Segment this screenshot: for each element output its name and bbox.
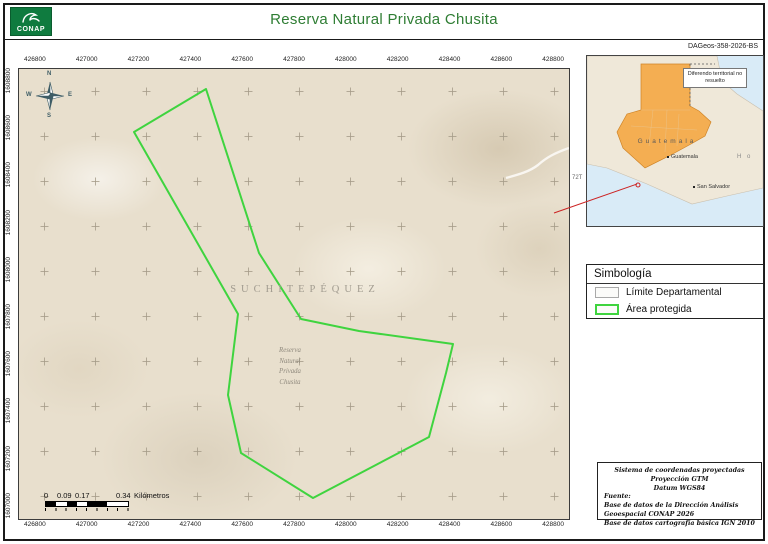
- inset-locator-map: Diferendo territorial no resuelto Guatem…: [586, 55, 764, 227]
- legend-box: Simbología Límite Departamental Área pro…: [586, 264, 764, 319]
- x-label: 427800: [283, 521, 305, 528]
- protected-area-swatch: [595, 304, 619, 315]
- reserve-name-line: Chusita: [279, 378, 301, 386]
- projection-line: Datum WGS84: [653, 484, 706, 492]
- grid-zone-label: 72T: [572, 175, 583, 181]
- x-label: 427800: [283, 56, 305, 63]
- x-label: 428200: [386, 56, 409, 63]
- scale-bar-ruler: [45, 501, 129, 507]
- fuente-label: Fuente:: [604, 493, 631, 501]
- x-label: 428800: [542, 56, 564, 63]
- y-axis-labels: 1608800 1608600 1608400 1608200 1608000 …: [3, 68, 15, 518]
- reserve-name-line: Natural: [279, 357, 301, 365]
- compass-n: N: [47, 71, 52, 77]
- scale-bar: 0 0.09 0.17 0.34 Kilómetros: [44, 491, 214, 515]
- inset-city-label: Guatemala: [667, 154, 698, 160]
- y-label: 1607000: [4, 492, 12, 518]
- scale-tick-label: 0.34: [116, 491, 131, 500]
- inset-san-salvador-label: San Salvador: [693, 184, 730, 190]
- y-label: 1607600: [4, 351, 12, 377]
- legend-label: Área protegida: [626, 304, 692, 315]
- compass-w: W: [26, 92, 32, 98]
- y-label: 1608000: [4, 256, 12, 283]
- x-label: 427200: [127, 56, 150, 63]
- x-axis-labels-bottom: 426800 427000 427200 427400 427600 42780…: [18, 521, 570, 528]
- departmental-boundary-swatch: [595, 287, 619, 298]
- x-label: 427400: [179, 521, 202, 528]
- scale-bar-ticks: [45, 508, 129, 511]
- legend-item-protected-area: Área protegida: [587, 301, 763, 318]
- source-line: Base de datos cartografía básica IGN 201…: [604, 519, 755, 527]
- x-label: 428600: [490, 56, 513, 63]
- x-label: 428400: [438, 56, 461, 63]
- reserve-name-line: Privada: [279, 368, 301, 376]
- y-label: 1607800: [4, 303, 12, 330]
- x-label: 427200: [127, 521, 150, 528]
- x-label: 426800: [24, 56, 46, 63]
- scale-tick-label: 0.17: [75, 491, 90, 500]
- y-label: 1607400: [4, 398, 12, 424]
- reserve-name-label: Reserva Natural Privada Chusita: [252, 346, 328, 388]
- x-label: 427000: [75, 521, 98, 528]
- x-label: 427600: [231, 56, 254, 63]
- source-info-box: Sistema de coordenadas proyectadas Proye…: [597, 462, 762, 527]
- x-label: 428200: [386, 521, 409, 528]
- header-divider: [5, 39, 763, 40]
- x-axis-labels-top: 426800 427000 427200 427400 427600 42780…: [18, 56, 570, 63]
- x-label: 428800: [542, 521, 564, 528]
- inset-country-label: Guatemala: [637, 138, 697, 145]
- legend-title: Simbología: [587, 265, 763, 284]
- y-label: 1608200: [4, 209, 12, 235]
- document-code: DAGeos-358-2026-BS: [687, 43, 758, 50]
- x-label: 426800: [24, 521, 46, 528]
- compass-rose: N E S W: [26, 71, 74, 120]
- compass-e: E: [68, 92, 73, 98]
- page-title: Reserva Natural Privada Chusita: [270, 11, 498, 28]
- x-label: 427600: [231, 521, 254, 528]
- department-label: SUCHITEPÉQUEZ: [230, 284, 380, 295]
- y-label: 1608800: [4, 68, 12, 94]
- x-label: 428600: [490, 521, 513, 528]
- reserve-name-line: Reserva: [279, 347, 301, 354]
- x-label: 428000: [334, 521, 357, 528]
- scale-tick-label: 0.09: [57, 491, 72, 500]
- legend-label: Límite Departamental: [626, 287, 722, 298]
- x-label: 427000: [75, 56, 98, 63]
- y-label: 1608400: [4, 162, 12, 188]
- x-label: 427400: [179, 56, 202, 63]
- x-label: 428400: [438, 521, 461, 528]
- compass-s: S: [47, 113, 52, 119]
- legend-item-departmental: Límite Departamental: [587, 284, 763, 301]
- scale-unit-label: Kilómetros: [134, 491, 170, 500]
- y-label: 1608600: [4, 115, 12, 141]
- x-label: 428000: [334, 56, 357, 63]
- scale-tick-label: 0: [44, 491, 49, 500]
- projection-line: Sistema de coordenadas proyectadas: [614, 467, 745, 474]
- inset-honduras-label: H o: [737, 154, 753, 160]
- source-line: Base de datos de la Dirección Análisis G…: [604, 502, 739, 519]
- map-sheet: CONAP Reserva Natural Privada Chusita DA…: [0, 0, 768, 544]
- y-label: 1607200: [4, 445, 12, 471]
- projection-line: Proyección GTM: [650, 475, 709, 483]
- territorial-note: Diferendo territorial no resuelto: [683, 68, 747, 88]
